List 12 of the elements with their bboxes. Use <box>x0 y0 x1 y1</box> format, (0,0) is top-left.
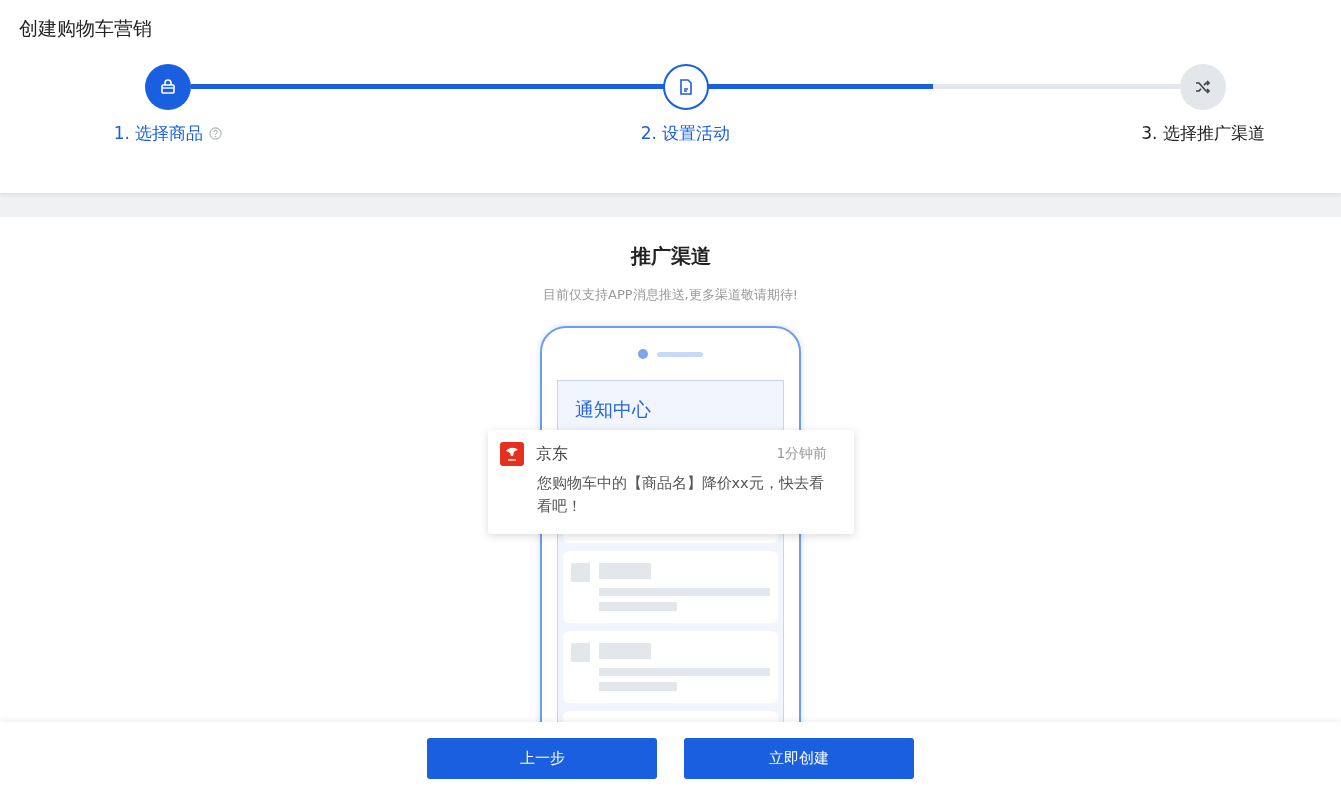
footer-button[interactable]: 立即创建 <box>684 738 914 779</box>
step-label: 2. 设置活动 <box>640 122 731 145</box>
step-label: 3. 选择推广渠道 <box>1141 122 1265 145</box>
footer-button[interactable]: 上一步 <box>427 738 657 779</box>
page-title: 创建购物车营销 <box>18 16 153 41</box>
section-subtitle: 目前仅支持APP消息推送,更多渠道敬请期待! <box>543 286 798 304</box>
notification-time: 1分钟前 <box>776 445 828 463</box>
step-label: 1. 选择商品 <box>113 122 204 145</box>
app-name: 京东 <box>535 443 569 465</box>
screen-title: 通知中心 <box>574 397 652 422</box>
section-title: 推广渠道 <box>630 243 711 270</box>
notification-message: 您购物车中的【商品名】降价xx元，快去看看吧！ <box>536 474 825 516</box>
